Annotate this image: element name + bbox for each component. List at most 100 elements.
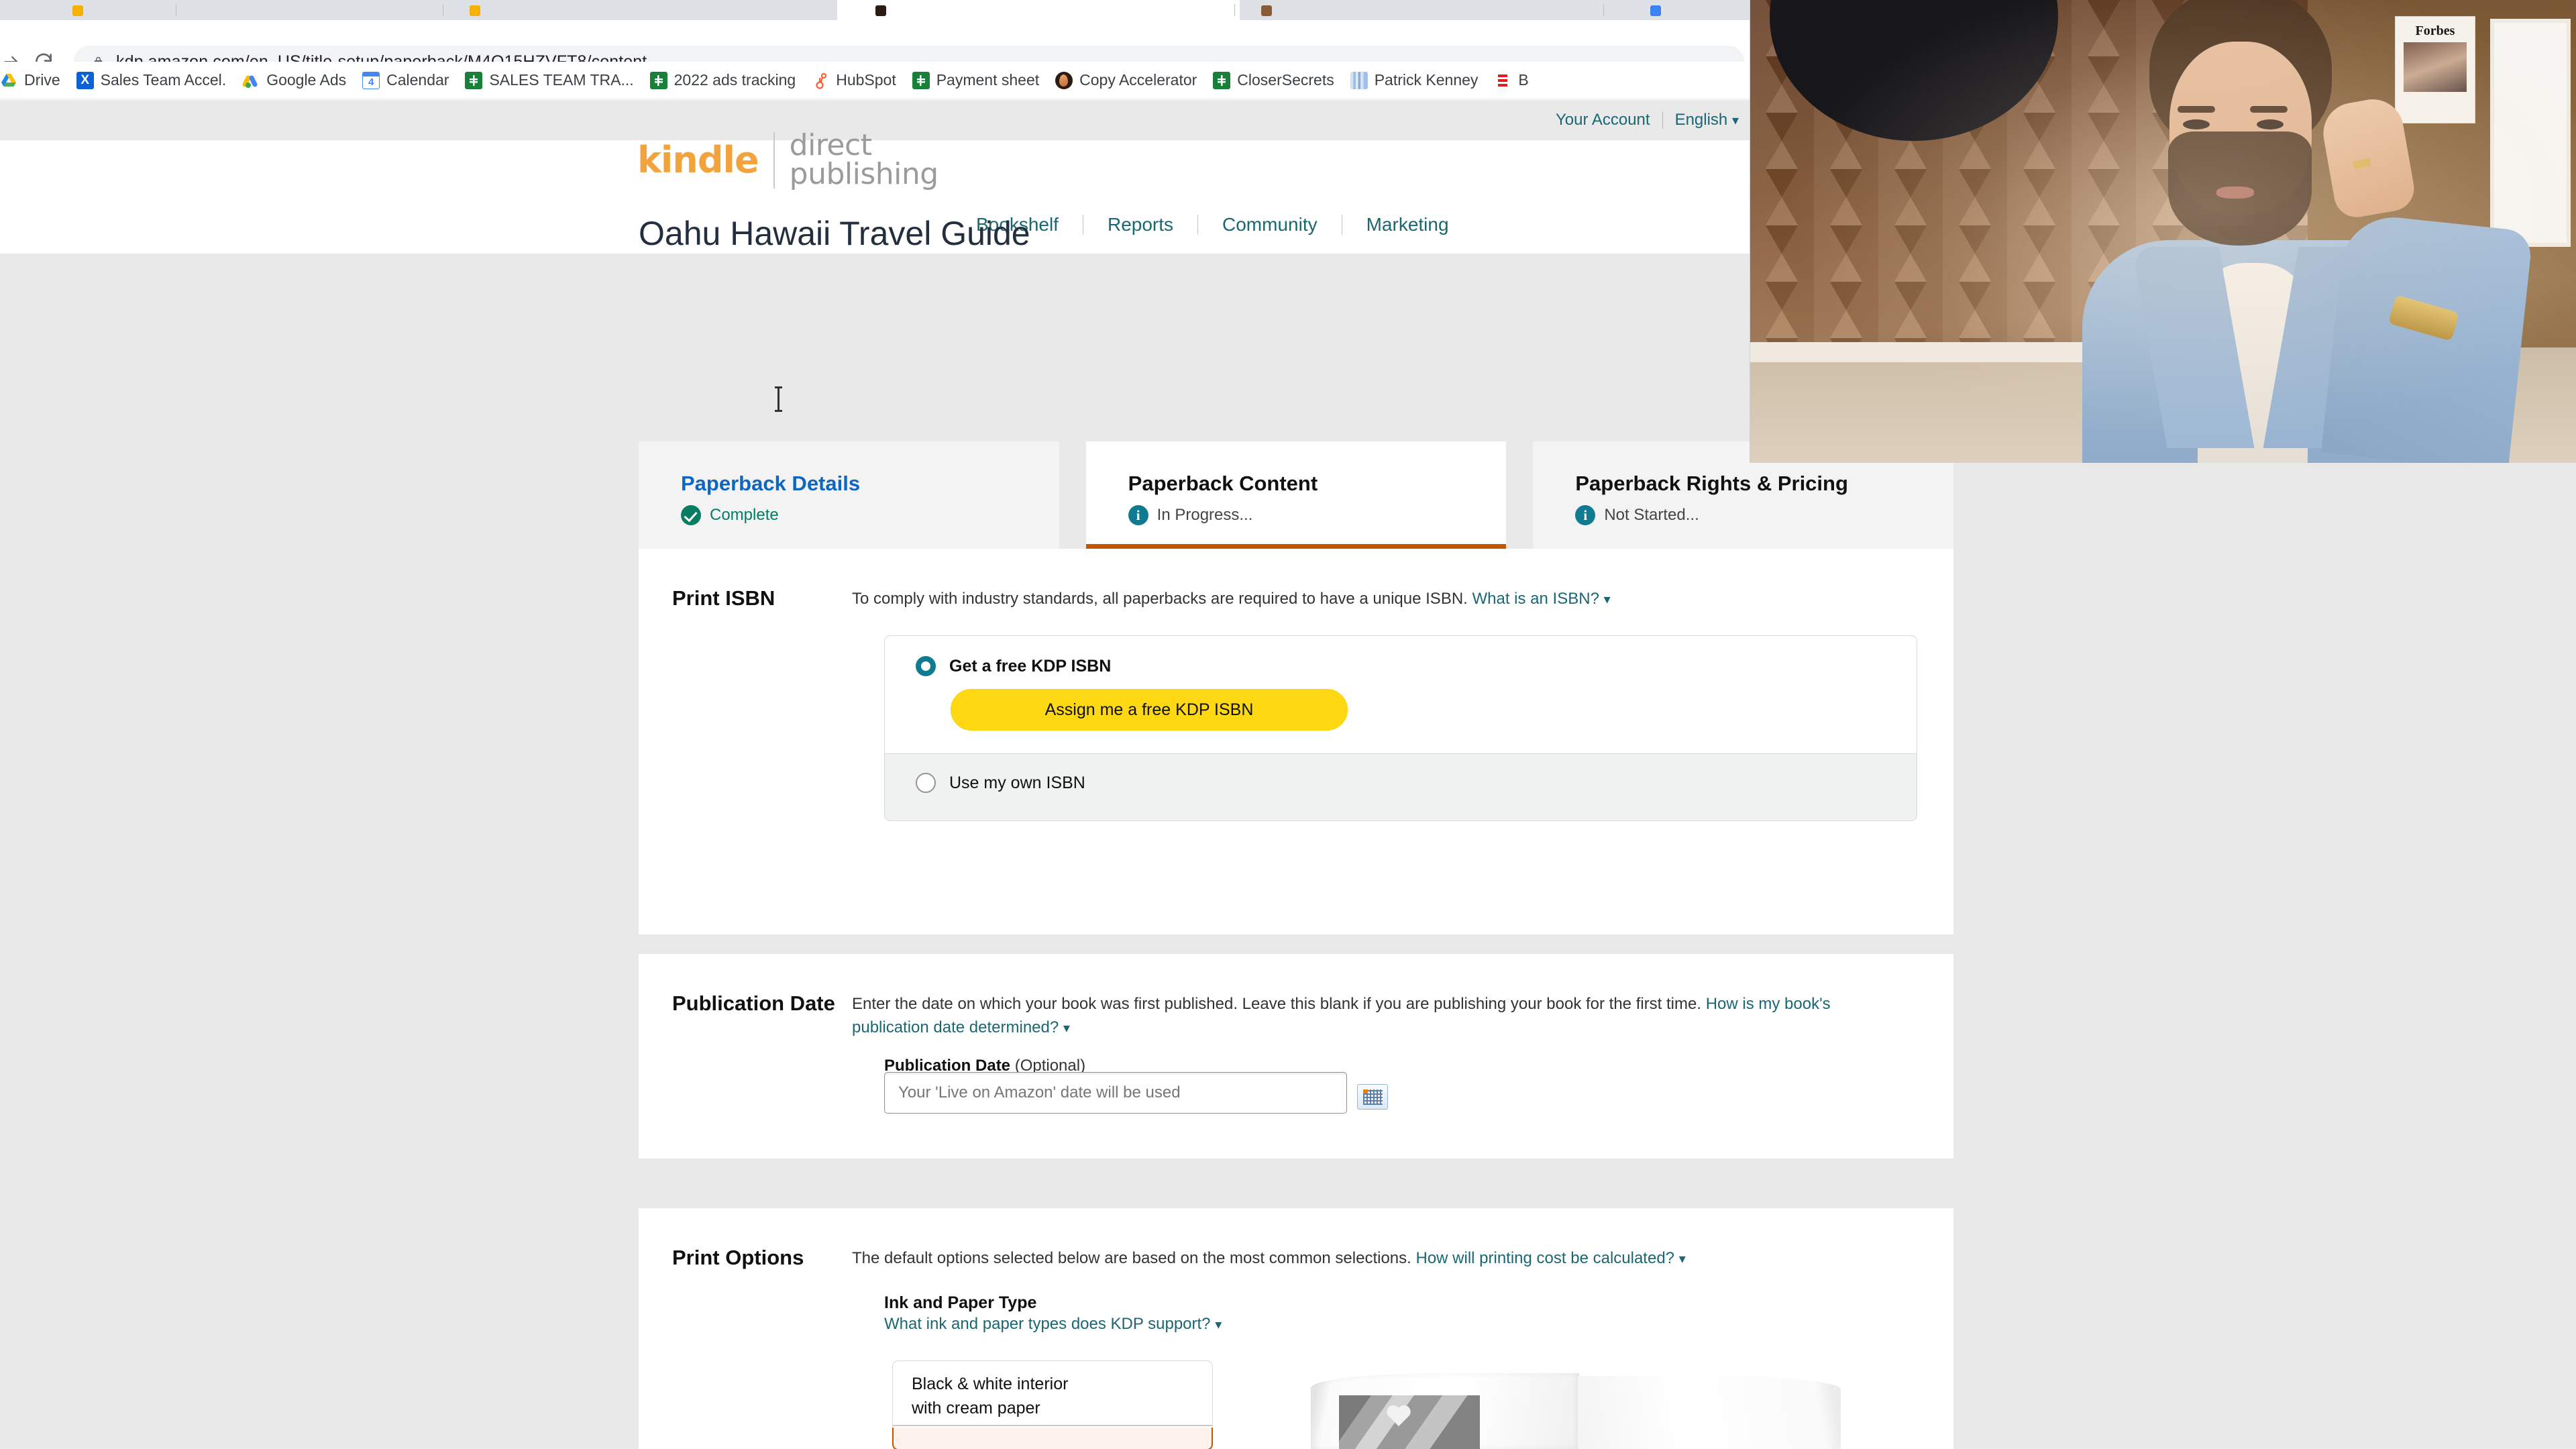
bookmark-item[interactable]: Copy Accelerator (1047, 66, 1205, 95)
webcam-overlay: Forbes (1750, 0, 2576, 463)
tab-favicon (72, 5, 83, 16)
text-cursor (775, 386, 782, 412)
radio-free-isbn[interactable] (916, 656, 936, 676)
radio-label: Use my own ISBN (949, 773, 1085, 792)
google-sheets-icon (649, 71, 667, 89)
tab-status: In Progress... (1128, 505, 1507, 525)
description-text: To comply with industry standards, all p… (852, 590, 1468, 608)
bookmark-label: Payment sheet (936, 71, 1040, 89)
book-interior-photo (1339, 1395, 1480, 1449)
bookmark-label: Patrick Kenney (1374, 71, 1479, 89)
screen-root: kdp.amazon.com/en_US/title-setup/paperba… (0, 0, 2576, 1449)
tab-favicon (470, 5, 480, 16)
google-calendar-icon (362, 71, 380, 89)
radio-own-isbn[interactable] (916, 773, 936, 793)
bookmark-item[interactable]: Drive (0, 66, 68, 95)
chevron-down-icon: ▾ (1215, 1318, 1222, 1332)
divider (1662, 111, 1663, 129)
chevron-down-icon[interactable]: ▾ (1063, 1021, 1070, 1036)
bookmark-item[interactable]: SALES TEAM TRA... (457, 66, 641, 95)
tab-status-label: In Progress... (1157, 506, 1253, 524)
google-sheets-icon (465, 71, 483, 89)
bookmark-label: HubSpot (836, 71, 896, 89)
bookmark-label: CloserSecrets (1237, 71, 1334, 89)
ink-option-selected-partial[interactable] (892, 1428, 1213, 1449)
bookmark-label: SALES TEAM TRA... (489, 71, 634, 89)
patrick-kenney-icon (1350, 71, 1368, 89)
tab-paperback-content[interactable]: Paperback Content In Progress... (1085, 441, 1507, 549)
bookmark-item[interactable]: HubSpot (804, 66, 904, 95)
your-account-link[interactable]: Your Account (1556, 111, 1650, 129)
kdp-logo[interactable]: kindle direct publishing (637, 131, 938, 189)
bookmark-label: Sales Team Accel. (100, 71, 227, 89)
raised-arm (2320, 212, 2534, 463)
eye-left (2183, 119, 2210, 129)
bookmark-item[interactable]: Google Ads (234, 66, 354, 95)
bookmark-item[interactable]: Sales Team Accel. (68, 66, 235, 95)
page-title: Oahu Hawaii Travel Guide (639, 215, 1030, 252)
browser-tab-active[interactable] (837, 0, 1240, 20)
ink-option-line2: with cream paper (912, 1398, 1040, 1417)
google-ads-icon (242, 72, 260, 89)
chevron-down-icon: ▾ (1731, 113, 1739, 128)
bookmark-label: Google Ads (266, 71, 347, 89)
language-selector[interactable]: English ▾ (1675, 111, 1739, 129)
calendar-picker-icon[interactable] (1357, 1084, 1388, 1110)
printing-cost-link[interactable]: How will printing cost be calculated? (1415, 1249, 1674, 1267)
what-is-isbn-link[interactable]: What is an ISBN? (1472, 590, 1599, 608)
divider (1197, 215, 1199, 235)
chevron-down-icon[interactable]: ▾ (1679, 1252, 1686, 1267)
language-label: English (1674, 111, 1728, 129)
nav-community[interactable]: Community (1222, 214, 1318, 235)
bookmark-item[interactable]: Calendar (354, 66, 457, 95)
bookmark-item[interactable]: CloserSecrets (1205, 66, 1342, 95)
google-sheets-icon (912, 71, 930, 89)
browser-tab[interactable] (177, 0, 352, 20)
nav-marketing[interactable]: Marketing (1366, 214, 1449, 235)
person-on-webcam (2018, 0, 2534, 463)
chevron-down-icon[interactable]: ▾ (1604, 592, 1611, 607)
tab-title: Paperback Details (681, 472, 861, 495)
bookmark-item[interactable]: 2022 ads tracking (642, 66, 804, 95)
tab-favicon (1650, 5, 1661, 16)
bookmark-item[interactable]: Patrick Kenney (1342, 66, 1487, 95)
open-book-preview (1311, 1366, 1841, 1449)
description-text: Enter the date on which your book was fi… (852, 995, 1702, 1013)
tab-status-label: Complete (710, 506, 779, 524)
ink-option-bw-cream[interactable]: Black & white interior with cream paper (892, 1360, 1213, 1426)
bookmark-item[interactable]: B (1486, 66, 1536, 95)
section-description: The default options selected below are b… (852, 1247, 1888, 1271)
tab-paperback-details[interactable]: Paperback Details Complete (639, 441, 1059, 549)
ink-paper-heading: Ink and Paper Type (884, 1293, 1037, 1312)
tab-favicon (1261, 5, 1272, 16)
section-description: Enter the date on which your book was fi… (852, 993, 1888, 1040)
hubspot-icon (812, 72, 829, 89)
bookmark-label: B (1518, 71, 1529, 89)
bookmark-label: 2022 ads tracking (674, 71, 796, 89)
eyebrow-left (2178, 106, 2215, 113)
mouth (2216, 186, 2254, 199)
book-page-right (1578, 1376, 1841, 1449)
copy-accelerator-icon (1055, 71, 1073, 89)
klaviyo-icon (76, 71, 94, 89)
isbn-option-own[interactable]: Use my own ISBN (885, 753, 1917, 820)
google-sheets-icon (1213, 71, 1231, 89)
section-description: To comply with industry standards, all p… (852, 588, 1888, 611)
assign-free-isbn-button[interactable]: Assign me a free KDP ISBN (951, 689, 1348, 731)
info-circle-icon (1128, 505, 1148, 525)
eye-right (2257, 119, 2284, 129)
check-circle-icon (681, 505, 701, 525)
red-b-icon (1494, 71, 1512, 89)
tab-status: Not Started... (1575, 505, 1953, 525)
logo-kindle-text: kindle (637, 139, 759, 182)
nav-reports[interactable]: Reports (1108, 214, 1173, 235)
publication-date-input[interactable] (884, 1072, 1347, 1114)
ink-paper-help-link[interactable]: What ink and paper types does KDP suppor… (884, 1315, 1222, 1334)
bookmark-label: Drive (24, 71, 60, 89)
browser-tab[interactable] (0, 0, 174, 20)
eyebrow-right (2250, 106, 2288, 113)
ink-option-line1: Black & white interior (912, 1375, 1069, 1393)
bookmark-item[interactable]: Payment sheet (904, 66, 1047, 95)
bookmark-label: Calendar (386, 71, 449, 89)
publication-date-card: Publication Date Enter the date on which… (639, 954, 1953, 1159)
